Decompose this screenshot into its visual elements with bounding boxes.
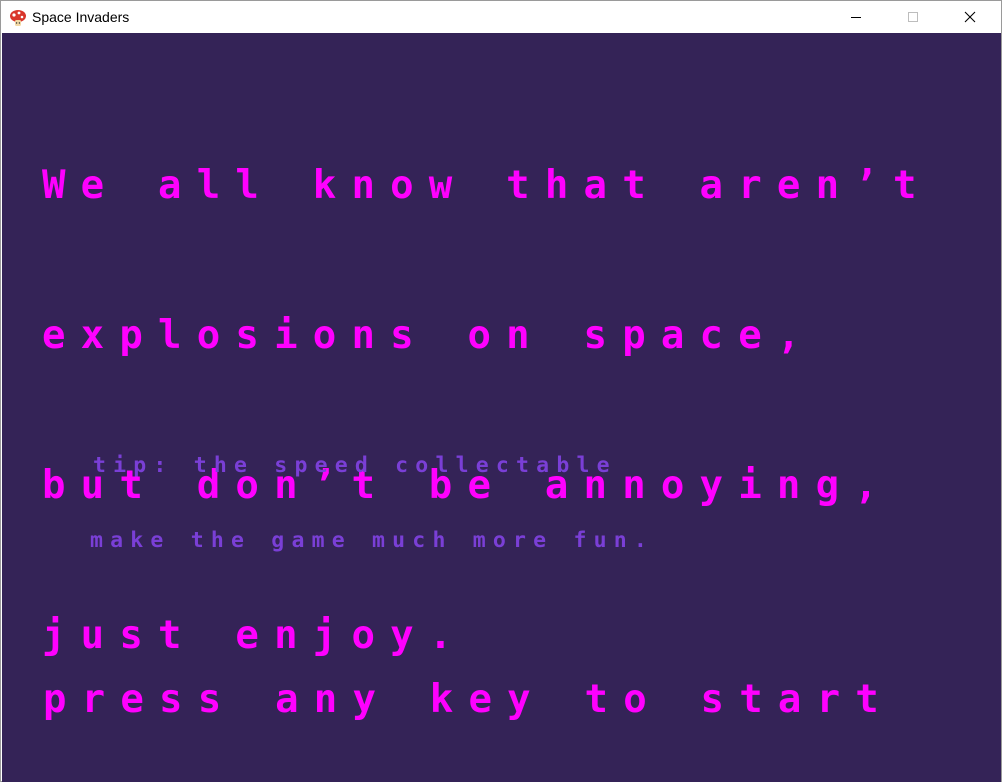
intro-line: explosions on space, [42, 313, 816, 358]
mushroom-icon [10, 10, 26, 26]
intro-line: just enjoy. [42, 613, 468, 658]
intro-line: We all know that aren’t [42, 163, 932, 208]
app-window: Space Invaders We all know that aren’t e… [0, 0, 1002, 782]
close-button[interactable] [947, 1, 993, 33]
tip-text: tip: the speed collectable make the game… [90, 403, 654, 603]
tip-line: tip: the speed collectable [93, 453, 617, 478]
maximize-button[interactable] [890, 1, 936, 33]
minimize-icon [851, 17, 861, 18]
title-bar[interactable]: Space Invaders [1, 1, 1001, 33]
window-title: Space Invaders [32, 9, 130, 25]
game-screen[interactable]: We all know that aren’t explosions on sp… [2, 33, 1001, 782]
start-prompt: press any key to start [43, 677, 894, 722]
minimize-button[interactable] [833, 1, 879, 33]
close-icon [964, 11, 976, 23]
maximize-icon [908, 12, 918, 22]
tip-line: make the game much more fun. [90, 528, 655, 553]
